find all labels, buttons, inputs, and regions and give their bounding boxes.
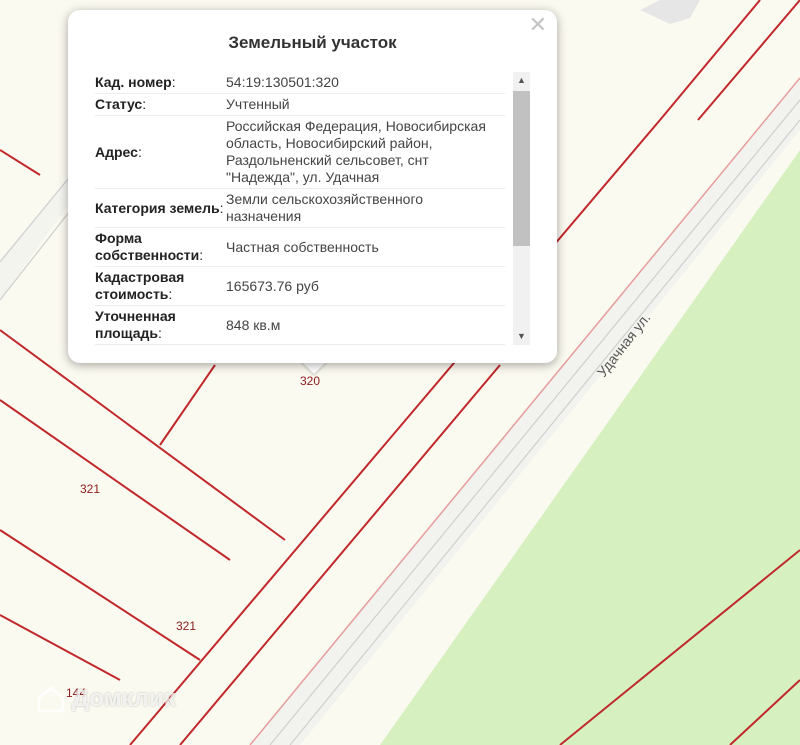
detail-value: Земли сельскохозяйственного назначения [226, 191, 424, 224]
detail-row-status: Статус: Учтенный [95, 94, 505, 116]
building [640, 0, 700, 24]
domclick-watermark: Домклик [36, 684, 176, 714]
detail-key: Кад. номер [95, 74, 172, 90]
detail-key: Адрес [95, 143, 138, 160]
detail-value: 54:19:130501:320 [226, 74, 339, 90]
plot-label-321: 321 [80, 482, 100, 496]
scroll-up-arrow-icon[interactable]: ▲ [513, 72, 530, 89]
watermark-text: Домклик [72, 685, 176, 712]
domclick-logo-icon [37, 686, 65, 713]
detail-value: Российская Федерация, Новосибирская обла… [226, 118, 486, 185]
detail-row-land-category: Категория земель: Земли сельскохозяйстве… [95, 189, 505, 228]
plot-label-320: 320 [300, 374, 320, 388]
detail-row-address: Адрес: Российская Федерация, Новосибирск… [95, 116, 505, 189]
detail-value: Учтенный [226, 96, 290, 112]
popup-scrollbar[interactable]: ▲ ▼ [513, 72, 530, 345]
scrollbar-thumb[interactable] [513, 91, 530, 246]
detail-value: 165673.76 руб [226, 277, 319, 294]
detail-key: Форма собственности [95, 230, 200, 263]
detail-value: 848 кв.м [226, 316, 281, 333]
detail-key: Статус [95, 96, 143, 112]
detail-value: Частная собственность [226, 238, 379, 255]
plot-label-321-second: 321 [176, 619, 196, 633]
parcel-info-popup: ✕ Земельный участок Кад. номер: 54:19:13… [68, 10, 557, 363]
detail-row-ownership: Форма собственности: Частная собственнос… [95, 228, 505, 267]
detail-key: Уточненная площадь [95, 308, 176, 341]
detail-row-area: Уточненная площадь: 848 кв.м [95, 306, 505, 345]
detail-key: Категория земель [95, 199, 220, 216]
parcel-details-table[interactable]: Кад. номер: 54:19:130501:320 Статус: Учт… [95, 72, 505, 345]
detail-row-cadastral-number: Кад. номер: 54:19:130501:320 [95, 72, 505, 94]
popup-title: Земельный участок [228, 33, 397, 52]
scroll-down-arrow-icon[interactable]: ▼ [513, 328, 530, 345]
detail-row-cadastral-value: Кадастровая стоимость: 165673.76 руб [95, 267, 505, 306]
